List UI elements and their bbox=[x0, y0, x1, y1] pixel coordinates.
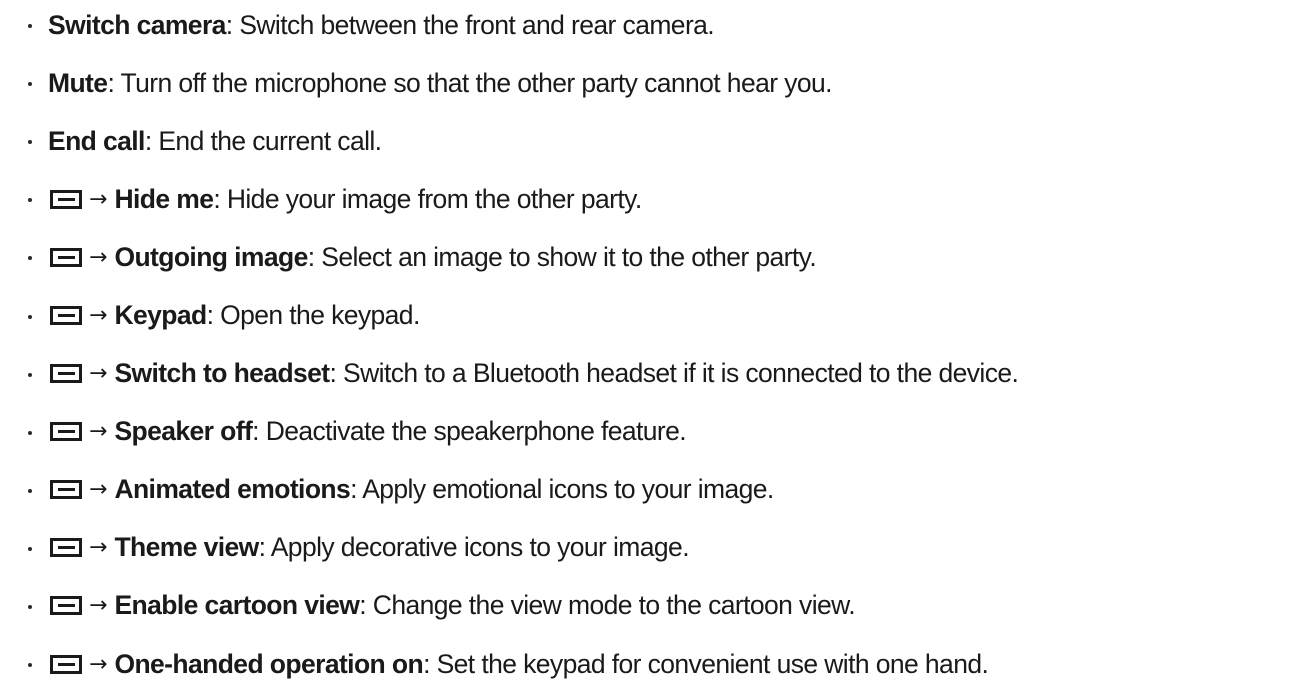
item-description: : Hide your image from the other party. bbox=[213, 183, 642, 214]
item-term: Animated emotions bbox=[114, 474, 351, 505]
item-description: : Select an image to show it to the othe… bbox=[307, 241, 817, 272]
item-term: Theme view bbox=[114, 532, 259, 563]
menu-key-icon bbox=[50, 364, 82, 384]
arrow-icon: → bbox=[89, 244, 108, 270]
list-item: → Hide me: Hide your image from the othe… bbox=[0, 170, 1314, 228]
arrow-icon: → bbox=[89, 361, 108, 387]
item-term: Switch camera bbox=[48, 9, 226, 40]
bullet-icon bbox=[28, 198, 32, 203]
item-term: One-handed operation on bbox=[114, 648, 424, 679]
item-term: Enable cartoon view bbox=[114, 590, 360, 621]
arrow-icon: → bbox=[89, 303, 108, 329]
arrow-icon: → bbox=[89, 651, 108, 677]
bullet-icon bbox=[28, 140, 32, 145]
menu-key-icon bbox=[50, 189, 82, 209]
item-term: Outgoing image bbox=[114, 241, 308, 272]
item-description: : Turn off the microphone so that the ot… bbox=[107, 67, 832, 98]
item-description: : Apply emotional icons to your image. bbox=[350, 474, 774, 505]
item-description: : Apply decorative icons to your image. bbox=[258, 532, 690, 563]
item-description: : Set the keypad for convenient use with… bbox=[423, 648, 989, 679]
list-item: Switch camera: Switch between the front … bbox=[0, 0, 1314, 54]
item-description: : Deactivate the speakerphone feature. bbox=[252, 416, 687, 447]
list-item: → One-handed operation on: Set the keypa… bbox=[0, 635, 1314, 693]
bullet-icon bbox=[28, 604, 32, 609]
item-description: : End the current call. bbox=[144, 125, 382, 156]
bullet-icon bbox=[28, 488, 32, 493]
menu-key-icon bbox=[50, 480, 82, 500]
bullet-icon bbox=[28, 430, 32, 435]
arrow-icon: → bbox=[89, 477, 108, 503]
list-item: Mute: Turn off the microphone so that th… bbox=[0, 54, 1314, 112]
bullet-icon bbox=[28, 372, 32, 377]
bullet-icon bbox=[28, 256, 32, 261]
arrow-icon: → bbox=[89, 186, 108, 212]
bullet-icon bbox=[28, 82, 32, 87]
item-term: Keypad bbox=[114, 300, 207, 331]
menu-key-icon bbox=[50, 596, 82, 616]
menu-key-icon bbox=[50, 247, 82, 267]
list-item: → Enable cartoon view: Change the view m… bbox=[0, 577, 1314, 635]
bullet-icon bbox=[28, 546, 32, 551]
menu-key-icon bbox=[50, 654, 82, 674]
menu-key-icon bbox=[50, 306, 82, 326]
item-term: Switch to headset bbox=[114, 358, 330, 389]
feature-list: Switch camera: Switch between the front … bbox=[0, 0, 1314, 693]
item-description: : Change the view mode to the cartoon vi… bbox=[359, 590, 855, 621]
list-item: → Speaker off: Deactivate the speakerpho… bbox=[0, 403, 1314, 461]
item-description: : Switch to a Bluetooth headset if it is… bbox=[329, 358, 1019, 389]
item-term: Speaker off bbox=[114, 416, 253, 447]
item-term: End call bbox=[48, 125, 145, 156]
item-description: : Open the keypad. bbox=[206, 300, 421, 331]
list-item: → Switch to headset: Switch to a Bluetoo… bbox=[0, 345, 1314, 403]
bullet-icon bbox=[28, 24, 32, 29]
menu-key-icon bbox=[50, 422, 82, 442]
bullet-icon bbox=[28, 663, 32, 668]
list-item: → Animated emotions: Apply emotional ico… bbox=[0, 461, 1314, 519]
list-item: → Outgoing image: Select an image to sho… bbox=[0, 228, 1314, 286]
list-item: End call: End the current call. bbox=[0, 112, 1314, 170]
item-description: : Switch between the front and rear came… bbox=[225, 9, 715, 40]
menu-key-icon bbox=[50, 538, 82, 558]
bullet-icon bbox=[28, 314, 32, 319]
item-term: Mute bbox=[48, 67, 108, 98]
item-term: Hide me bbox=[114, 183, 214, 214]
arrow-icon: → bbox=[89, 419, 108, 445]
list-item: → Theme view: Apply decorative icons to … bbox=[0, 519, 1314, 577]
arrow-icon: → bbox=[89, 593, 108, 619]
arrow-icon: → bbox=[89, 535, 108, 561]
list-item: → Keypad: Open the keypad. bbox=[0, 286, 1314, 344]
